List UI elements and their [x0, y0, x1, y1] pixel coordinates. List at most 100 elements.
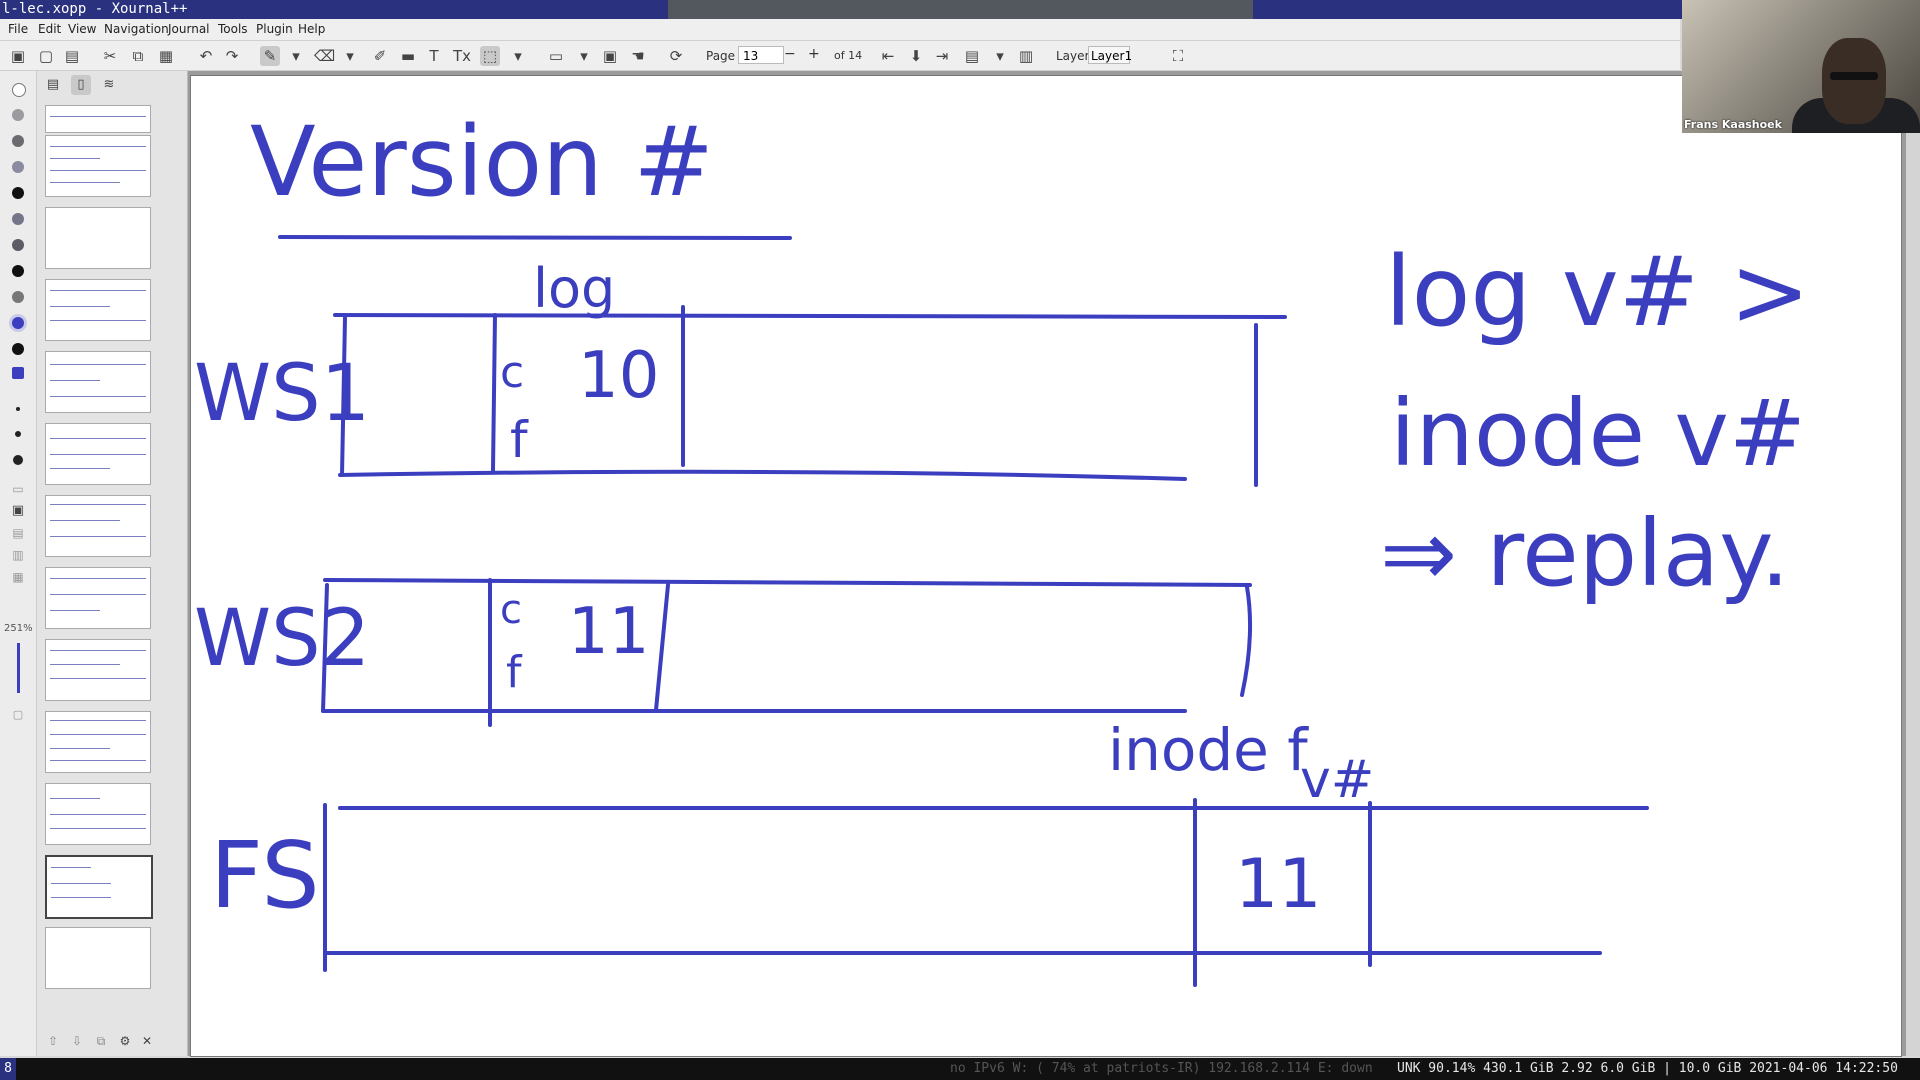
text-icon[interactable]: T [424, 46, 444, 66]
thumb-view-icon[interactable]: ▤ [43, 75, 63, 95]
undo-icon[interactable]: ↶ [196, 46, 216, 66]
monitor-icon[interactable]: ▣ [8, 501, 28, 521]
tool-icon[interactable]: ▢ [8, 705, 28, 725]
page-thumbnail[interactable] [45, 105, 151, 133]
gear-icon[interactable]: ⚙ [115, 1031, 135, 1051]
select-rect-icon[interactable]: ⬚ [480, 46, 500, 66]
page-count: of 14 [834, 49, 863, 62]
handwritten-ink: Version # log WS1 c f 10 WS2 c f 11 inod… [194, 106, 1810, 987]
workspace-indicator[interactable]: 8 [0, 1058, 16, 1080]
page-delete-icon[interactable]: ▥ [1016, 46, 1036, 66]
color-gray3[interactable] [12, 239, 24, 251]
chevron-down-icon[interactable]: ▾ [990, 46, 1010, 66]
pen-icon[interactable]: ✎ [260, 46, 280, 66]
color-black3[interactable] [12, 343, 24, 355]
page-thumbnail[interactable] [45, 351, 151, 413]
page-thumbnail[interactable] [45, 567, 151, 629]
size-medium[interactable] [15, 431, 21, 437]
menu-tools[interactable]: Tools [218, 22, 248, 36]
zoom-slider[interactable] [17, 643, 20, 693]
webcam-overlay: Frans Kaashoek [1682, 0, 1920, 133]
refresh-icon[interactable]: ⟳ [666, 46, 686, 66]
tex-icon[interactable]: Tx [452, 46, 472, 66]
layer-select[interactable]: Layer1 [1088, 46, 1132, 64]
fullscreen-icon[interactable]: ⛶ [1168, 46, 1188, 66]
paste-icon[interactable]: ▦ [156, 46, 176, 66]
size-thick[interactable] [13, 455, 23, 465]
color-gray4[interactable] [12, 291, 24, 303]
zoom-plus-icon[interactable]: + [808, 46, 820, 62]
ws1-divider-1 [491, 313, 497, 472]
chevron-down-icon[interactable]: ▾ [508, 46, 528, 66]
chevron-down-icon[interactable]: ▾ [340, 46, 360, 66]
menu-navigation[interactable]: Navigation [104, 22, 169, 36]
page-add-icon[interactable]: ▤ [962, 46, 982, 66]
grid-icon[interactable]: ▭ [546, 46, 566, 66]
menu-edit[interactable]: Edit [38, 22, 61, 36]
tool-icon[interactable]: ▦ [8, 567, 28, 587]
page-thumbnail[interactable] [45, 279, 151, 341]
copy-page-icon[interactable]: ⧉ [91, 1031, 111, 1051]
color-black2[interactable] [12, 265, 24, 277]
color-gray[interactable] [12, 109, 24, 121]
image-icon[interactable]: ▣ [600, 46, 620, 66]
page-thumbnail-panel: ▤ ▯ ≋ ⇧ ⇩ ⧉ ⚙ ✕ [37, 71, 188, 1056]
webcam-name: Frans Kaashoek [1684, 118, 1782, 131]
left-tool-strip: ▭ ▣ ▤ ▥ ▦ 251% ▢ [0, 71, 37, 1056]
shape-icon[interactable]: ▬ [398, 46, 418, 66]
page-thumbnail[interactable] [45, 783, 151, 845]
page-thumbnail[interactable] [45, 495, 151, 557]
redo-icon[interactable]: ↷ [222, 46, 242, 66]
open-icon[interactable]: ▤ [62, 46, 82, 66]
menu-file[interactable]: File [8, 22, 28, 36]
tool-icon[interactable]: ▭ [8, 479, 28, 499]
hand-icon[interactable]: ☚ [628, 46, 648, 66]
color-blue-square[interactable] [12, 367, 24, 379]
color-darkgray[interactable] [12, 135, 24, 147]
next-page-icon[interactable]: ⇥ [932, 46, 952, 66]
page-thumbnail[interactable] [45, 927, 151, 989]
page-thumbnail[interactable] [45, 711, 151, 773]
move-down-icon[interactable]: ⇩ [67, 1031, 87, 1051]
first-page-icon[interactable]: ⇤ [878, 46, 898, 66]
tool-icon[interactable]: ▥ [8, 545, 28, 565]
thumb-page-icon[interactable]: ▯ [71, 75, 91, 95]
prev-page-icon[interactable]: ⬇ [906, 46, 926, 66]
color-gray2[interactable] [12, 213, 24, 225]
page-thumbnail[interactable] [45, 135, 151, 197]
page-label: Page [706, 49, 736, 63]
layer-label: Layer [1056, 49, 1090, 63]
menu-journal[interactable]: Journal [168, 22, 210, 36]
page-thumbnail[interactable] [45, 639, 151, 701]
move-up-icon[interactable]: ⇧ [43, 1031, 63, 1051]
ws1-box-top [333, 313, 1287, 319]
copy-icon[interactable]: ⧉ [128, 46, 148, 66]
chevron-down-icon[interactable]: ▾ [286, 46, 306, 66]
page-thumbnail[interactable] [45, 423, 151, 485]
highlighter-icon[interactable]: ✐ [370, 46, 390, 66]
ink-ws2-cell-c: c [500, 587, 522, 633]
zoom-minus-icon[interactable]: − [784, 46, 796, 62]
new-doc-icon[interactable]: ▢ [36, 46, 56, 66]
vertical-scrollbar[interactable] [1906, 71, 1920, 1056]
window-title: l-lec.xopp - Xournal++ [2, 1, 188, 17]
page-thumbnail[interactable] [45, 207, 151, 269]
menu-help[interactable]: Help [298, 22, 325, 36]
size-fine[interactable] [16, 407, 20, 411]
thumb-layers-icon[interactable]: ≋ [99, 75, 119, 95]
webcam-person-glasses [1830, 72, 1878, 80]
tool-icon[interactable]: ▤ [8, 523, 28, 543]
color-white[interactable] [12, 83, 26, 97]
save-icon[interactable]: ▣ [8, 46, 28, 66]
menu-view[interactable]: View [68, 22, 96, 36]
color-slate[interactable] [12, 161, 24, 173]
close-icon[interactable]: ✕ [137, 1031, 157, 1051]
page-thumbnail-current[interactable] [45, 855, 153, 919]
cut-icon[interactable]: ✂ [100, 46, 120, 66]
eraser-icon[interactable]: ⌫ [314, 46, 335, 66]
page-number-input[interactable]: 13 [738, 46, 784, 64]
menu-plugin[interactable]: Plugin [256, 22, 293, 36]
chevron-down-icon[interactable]: ▾ [574, 46, 594, 66]
color-blue-selected[interactable] [12, 317, 24, 329]
color-black[interactable] [12, 187, 24, 199]
